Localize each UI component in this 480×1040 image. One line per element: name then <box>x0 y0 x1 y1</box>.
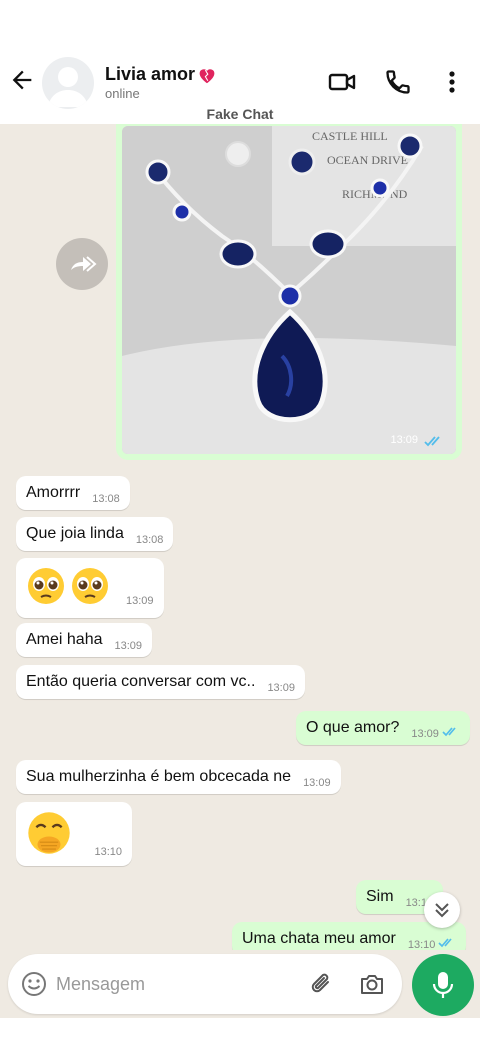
phone-icon[interactable] <box>384 68 412 96</box>
default-avatar-icon <box>48 67 88 107</box>
message-time: 13:09 <box>114 640 143 652</box>
heart-icon <box>199 68 215 83</box>
read-ticks-icon <box>442 727 456 737</box>
necklace-image: CASTLE HILL OCEAN DRIVE RICHMOND <box>122 126 456 454</box>
camera-icon[interactable] <box>358 970 386 998</box>
message-time: 13:09 <box>303 777 331 789</box>
message-composer[interactable]: Mensagem <box>8 954 402 1014</box>
card-text-1: CASTLE HILL <box>312 129 388 143</box>
chat-header: Livia amor online Fake Chat <box>0 0 480 124</box>
message-incoming[interactable]: Que joia linda 13:08 <box>16 517 174 551</box>
message-outgoing[interactable]: Uma chata meu amor 13:10 <box>232 922 467 950</box>
smiley-icon[interactable] <box>20 970 48 998</box>
fake-chat-watermark: Fake Chat <box>206 106 274 122</box>
read-ticks-icon <box>424 436 440 447</box>
avatar[interactable] <box>42 57 94 109</box>
microphone-icon <box>432 972 454 998</box>
message-incoming-emoji[interactable]: 🥹🥹 13:09 <box>16 558 164 618</box>
video-camera-icon[interactable] <box>328 68 356 96</box>
message-text: Uma chata meu amor <box>242 930 396 947</box>
scroll-to-bottom-button[interactable] <box>424 892 460 928</box>
image-message[interactable]: CASTLE HILL OCEAN DRIVE RICHMOND <box>116 124 462 460</box>
message-text: O que amor? <box>306 719 400 736</box>
back-arrow-icon[interactable] <box>8 66 36 94</box>
contact-status: online <box>105 86 140 101</box>
message-incoming[interactable]: Sua mulherzinha é bem obcecada ne 13:09 <box>16 760 341 794</box>
forward-button[interactable] <box>56 238 108 290</box>
message-text: Então queria conversar com vc.. <box>26 673 256 690</box>
contact-name[interactable]: Livia amor <box>105 64 217 85</box>
message-text: Sim <box>366 888 394 905</box>
pleading-face-icon <box>28 568 64 604</box>
message-time: 13:10 <box>94 846 122 858</box>
message-text: Amorrrr <box>26 484 81 501</box>
message-outgoing[interactable]: O que amor? 13:09 <box>296 711 470 745</box>
message-incoming[interactable]: Então queria conversar com vc.. 13:09 <box>16 665 305 699</box>
chevron-double-down-icon <box>435 903 449 918</box>
necklace-photo[interactable]: CASTLE HILL OCEAN DRIVE RICHMOND <box>122 126 456 454</box>
message-time: 13:08 <box>135 534 164 546</box>
message-time: 13:09 <box>267 682 295 694</box>
contact-name-text: Livia amor <box>105 64 196 84</box>
forward-icon <box>71 256 97 272</box>
card-text-2: OCEAN DRIVE <box>327 153 408 167</box>
message-time: 13:09 <box>411 728 439 740</box>
message-incoming[interactable]: Amei haha 13:09 <box>16 623 153 657</box>
message-time: 13:09 <box>126 595 154 608</box>
pleading-face-icon <box>72 568 108 604</box>
navigation-bar-area <box>0 1018 480 1040</box>
message-time: 13:08 <box>92 493 120 505</box>
message-text: Amei haha <box>26 631 103 648</box>
message-input[interactable]: Mensagem <box>56 974 145 995</box>
message-text: Que joia linda <box>26 525 124 542</box>
message-text: Sua mulherzinha é bem obcecada ne <box>26 768 292 785</box>
paperclip-icon[interactable] <box>308 970 336 998</box>
chat-messages-area[interactable]: CASTLE HILL OCEAN DRIVE RICHMOND <box>0 124 480 950</box>
voice-message-button[interactable] <box>412 954 474 1016</box>
image-message-time: 13:09 <box>390 434 418 446</box>
read-ticks-icon <box>438 938 453 948</box>
message-incoming-emoji[interactable]: 🤭 13:10 <box>16 802 132 866</box>
message-incoming[interactable]: Amorrrr 13:08 <box>16 476 130 510</box>
more-vertical-icon[interactable] <box>438 68 466 96</box>
hand-over-mouth-face-icon <box>28 812 70 854</box>
message-time: 13:10 <box>407 939 436 950</box>
